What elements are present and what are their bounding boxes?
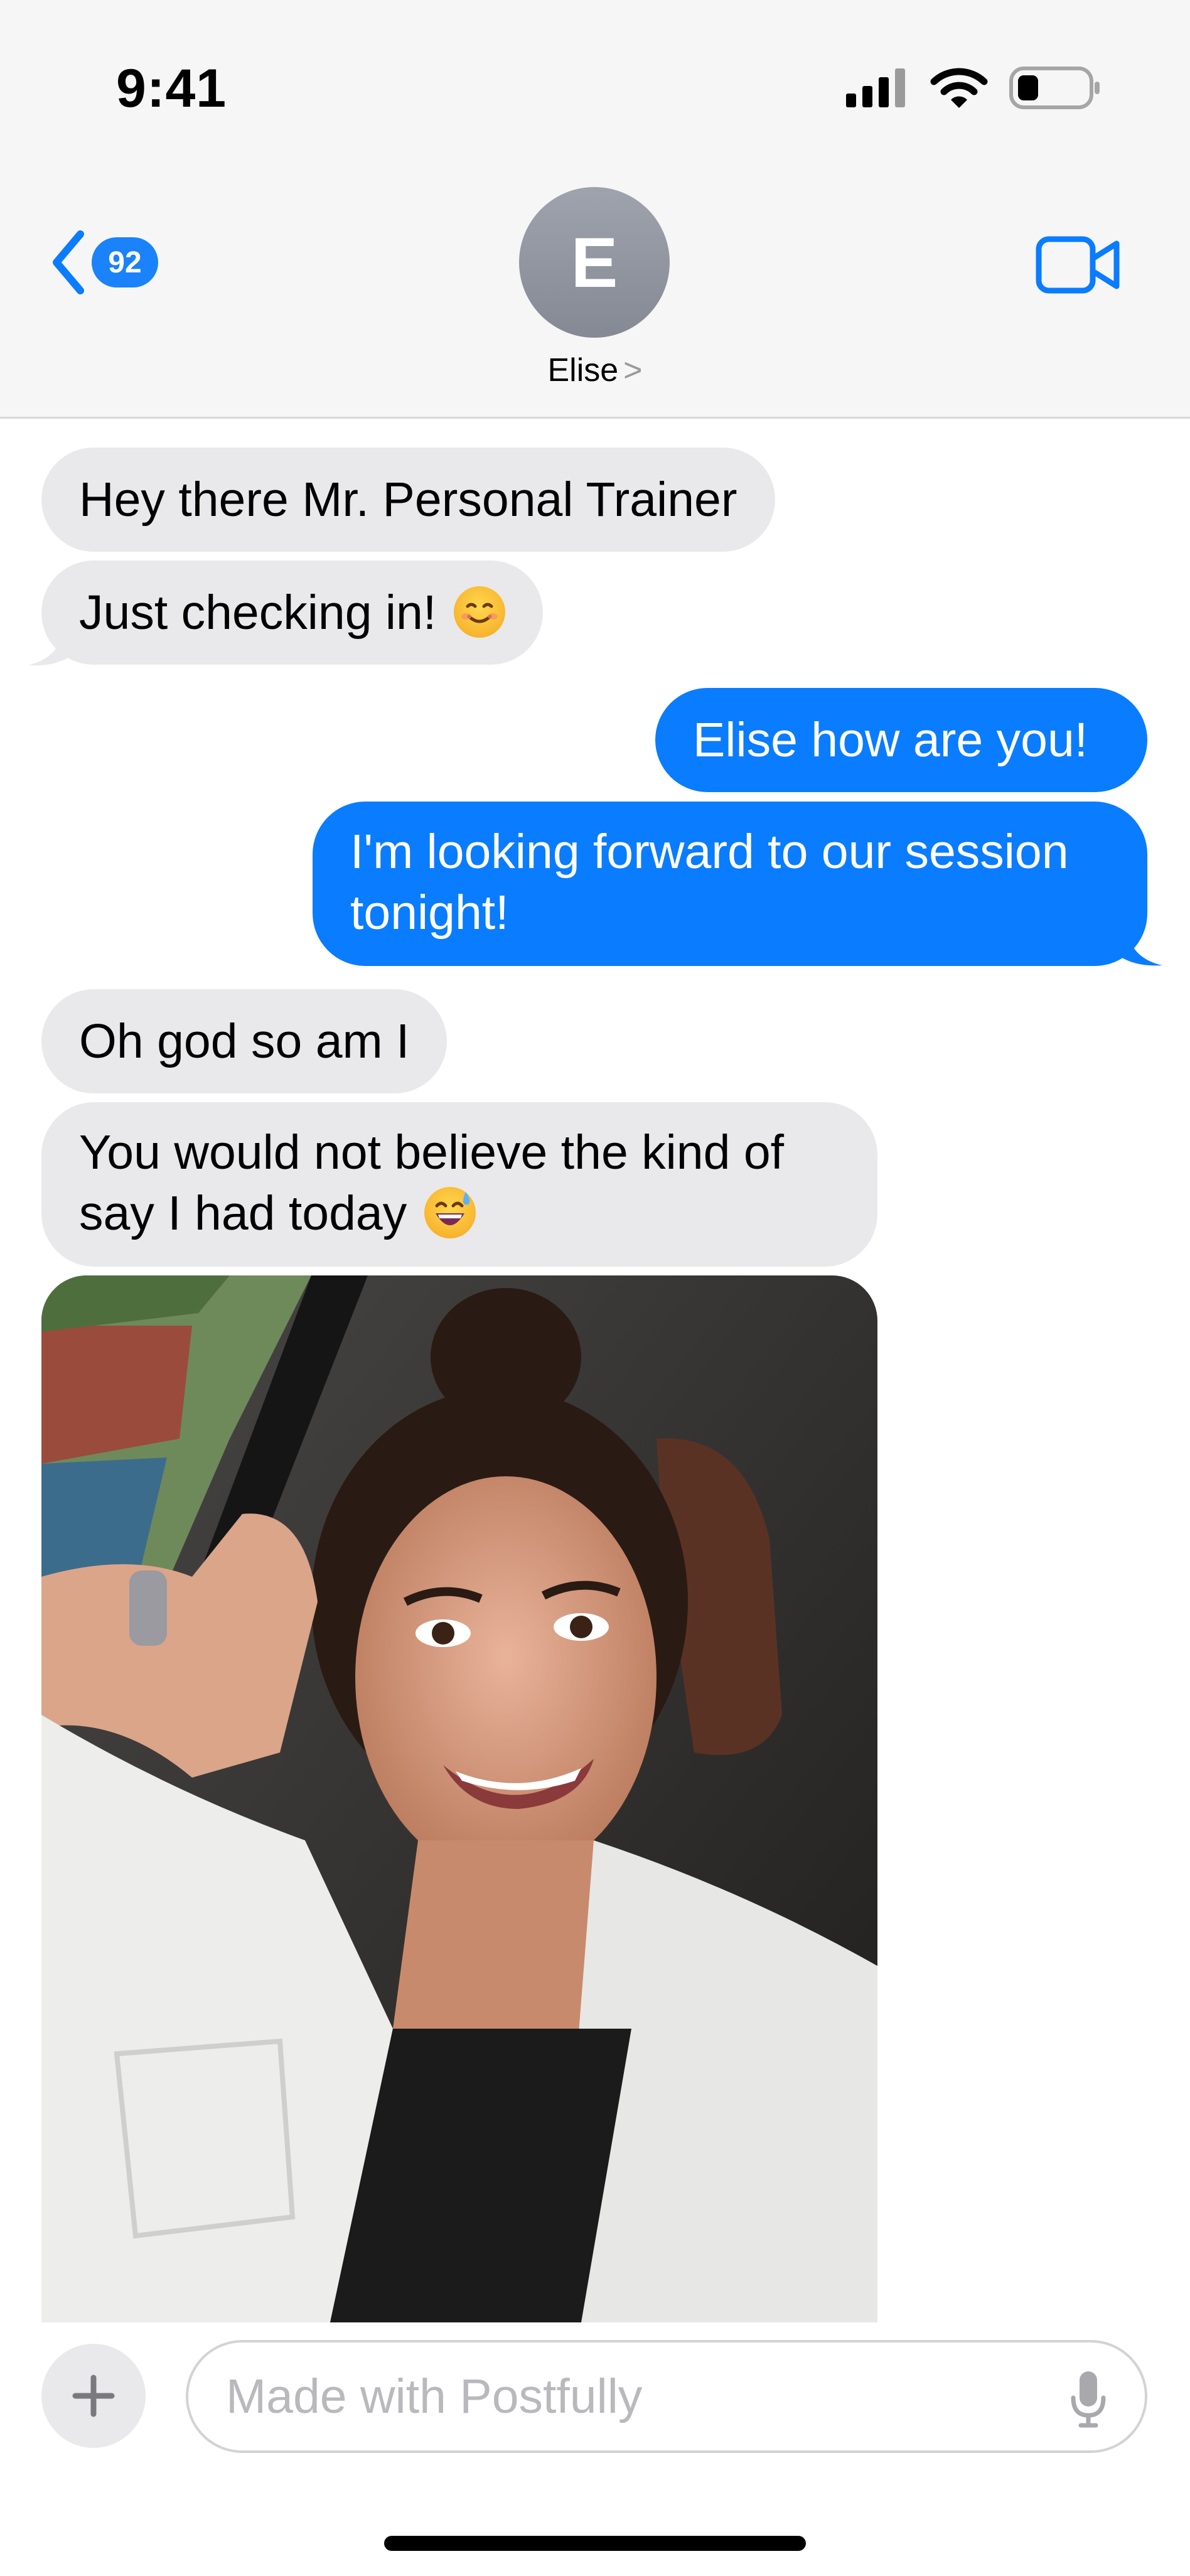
selfie-photo: [41, 1275, 877, 2322]
unread-count-badge: 92: [92, 237, 158, 287]
wifi-icon: [930, 68, 988, 108]
microphone-icon[interactable]: [1069, 2369, 1107, 2429]
message-bubble-outgoing[interactable]: Elise how are you!: [655, 688, 1147, 792]
grinning-sweat-emoji-icon: [424, 1187, 476, 1238]
message-text: I'm looking forward to our session tonig…: [350, 825, 1069, 940]
add-attachment-button[interactable]: [41, 2344, 146, 2448]
photo-message[interactable]: [41, 1275, 877, 2322]
message-text: Elise how are you!: [693, 713, 1088, 767]
bubble-tail-incoming: [28, 628, 75, 666]
message-text: Just checking in!: [79, 586, 437, 640]
chevron-right-icon: >: [623, 352, 643, 389]
message-text: Oh god so am I: [79, 1014, 410, 1068]
message-text: Hey there Mr. Personal Trainer: [79, 473, 737, 527]
status-icons: [846, 63, 1102, 113]
message-input-placeholder: Made with Postfully: [226, 2369, 643, 2423]
chevron-left-icon: [53, 230, 84, 294]
message-bubble-incoming[interactable]: Just checking in!: [41, 561, 544, 665]
contact-avatar[interactable]: E: [519, 187, 670, 338]
home-indicator[interactable]: [384, 2536, 806, 2551]
bubble-tail-outgoing: [1115, 928, 1162, 966]
smiling-face-emoji-icon: [454, 586, 506, 638]
contact-name-button[interactable]: Elise >: [0, 352, 1190, 389]
message-input[interactable]: Made with Postfully: [186, 2340, 1147, 2453]
message-bubble-incoming[interactable]: Hey there Mr. Personal Trainer: [41, 448, 775, 552]
battery-icon: [1009, 67, 1100, 109]
cellular-signal-icon: [846, 68, 905, 107]
status-time: 9:41: [116, 58, 227, 119]
contact-name: Elise: [547, 352, 619, 389]
message-bubble-outgoing[interactable]: I'm looking forward to our session tonig…: [313, 802, 1147, 966]
message-bubble-incoming[interactable]: Oh god so am I: [41, 989, 448, 1093]
plus-icon: [72, 2375, 115, 2417]
conversation-header: 9:41 92 E Elise >: [0, 0, 1190, 419]
video-call-icon[interactable]: [1036, 236, 1121, 294]
message-bubble-incoming[interactable]: You would not believe the kind of say I …: [41, 1102, 877, 1267]
back-button[interactable]: 92: [49, 229, 158, 296]
